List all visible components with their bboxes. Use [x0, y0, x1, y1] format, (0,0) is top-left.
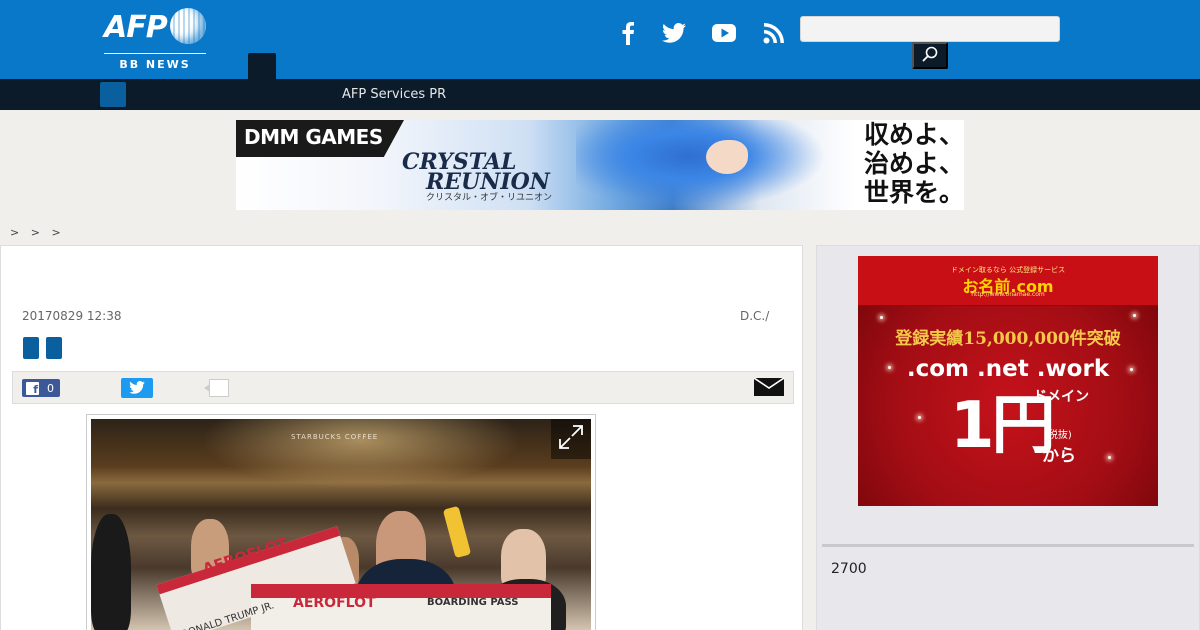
ad-domain-label: ドメイン — [1033, 389, 1089, 405]
ad-url: http://www.onamae.com — [971, 291, 1045, 298]
article-tag[interactable] — [46, 337, 62, 359]
logo-afp-text: AFP — [104, 10, 168, 45]
sparkle-icon — [918, 416, 921, 419]
dmm-games-text: DMM GAMES — [244, 125, 383, 149]
afpbb-logo[interactable]: AFP BB NEWS — [104, 8, 206, 72]
mail-icon — [753, 376, 785, 400]
article-tag[interactable] — [23, 337, 39, 359]
photo-ceiling-light — [201, 419, 521, 489]
banner-tagline-line1: 収めよ、 — [863, 120, 964, 149]
search-button[interactable] — [912, 42, 948, 69]
twitter-icon — [129, 379, 145, 398]
sparkle-icon — [888, 366, 891, 369]
search-input[interactable] — [800, 16, 1060, 42]
banner-title-line2: REUNION — [426, 169, 550, 195]
twitter-share-button[interactable] — [121, 378, 153, 398]
banner-character-face — [706, 140, 748, 174]
facebook-icon[interactable] — [613, 18, 643, 48]
photo-store-sign: STARBUCKS COFFEE — [291, 433, 379, 441]
facebook-share-button[interactable]: f 0 — [22, 379, 60, 397]
logo-divider — [104, 53, 206, 54]
nav-item-afp-services-pr[interactable]: AFP Services PR — [342, 87, 446, 102]
youtube-icon[interactable] — [709, 18, 739, 48]
photo-sign-text: AEROFLOT — [293, 595, 376, 611]
expand-icon — [557, 423, 585, 455]
photo-placard — [442, 505, 472, 559]
ad-tax-note: (税抜) — [1044, 430, 1072, 441]
breadcrumb-separator: > — [10, 226, 24, 239]
breadcrumb-separator: > — [51, 226, 65, 239]
article-date: 20170829 12:38 — [22, 309, 122, 323]
search-icon — [922, 46, 938, 65]
sidebar-count-text: 2700 — [831, 561, 867, 577]
menu-toggle-button[interactable] — [248, 53, 276, 79]
article-photo[interactable]: STARBUCKS COFFEE AEROFLOT AEROFLOT BOARD… — [91, 419, 591, 630]
ad-tlds: .com .net .work — [906, 356, 1110, 382]
photo-person — [91, 514, 131, 630]
tweet-count-bubble — [204, 379, 229, 397]
sparkle-icon — [1130, 368, 1133, 371]
nav-home-button[interactable] — [100, 82, 126, 107]
rss-icon[interactable] — [759, 18, 789, 48]
banner-game-title: CRYSTAL REUNION — [402, 151, 550, 195]
share-bar: f 0 — [12, 371, 794, 404]
sparkle-icon — [880, 316, 883, 319]
banner-tagline-line3: 世界を。 — [863, 178, 964, 207]
banner-tagline: 収めよ、 治めよ、 世界を。 — [824, 120, 964, 207]
article-location: D.C./ — [740, 309, 770, 323]
sidebar-ad-onamae[interactable]: ドメイン取るなら 公式登録サービス お名前.com http://www.ona… — [858, 256, 1158, 506]
main-nav: AFP Services PR — [0, 79, 1200, 110]
dmm-games-logo: DMM GAMES — [236, 120, 404, 157]
photo-boarding-pass-text: BOARDING PASS — [427, 597, 519, 608]
sidebar: ドメイン取るなら 公式登録サービス お名前.com http://www.ona… — [816, 245, 1200, 630]
twitter-icon[interactable] — [659, 18, 689, 48]
article-card: 20170829 12:38 D.C./ f 0 STARBUCKS COFFE… — [0, 245, 803, 630]
article-photo-frame: STARBUCKS COFFEE AEROFLOT AEROFLOT BOARD… — [86, 414, 596, 630]
banner-tagline-line2: 治めよ、 — [863, 149, 964, 178]
expand-photo-button[interactable] — [551, 419, 591, 459]
sparkle-icon — [1133, 314, 1136, 317]
ad-suffix: から — [1042, 446, 1076, 466]
banner-ad[interactable]: DMM GAMES CRYSTAL REUNION クリスタル・オブ・リユニオン… — [236, 120, 964, 210]
breadcrumb-separator: > — [30, 226, 44, 239]
logo-bb-news: BB NEWS — [119, 58, 191, 71]
site-header: AFP BB NEWS — [0, 0, 1200, 79]
facebook-icon: f — [26, 381, 39, 395]
facebook-share-count: 0 — [47, 381, 54, 395]
breadcrumb: > > > — [10, 226, 65, 239]
ad-registrations: 登録実績15,000,000件突破 — [895, 329, 1121, 349]
globe-icon — [170, 8, 206, 44]
mail-share-button[interactable] — [753, 376, 785, 400]
banner-subtitle: クリスタル・オブ・リユニオン — [426, 193, 553, 203]
sparkle-icon — [1108, 456, 1111, 459]
sidebar-divider — [822, 544, 1194, 547]
banner-character-art — [576, 120, 826, 210]
